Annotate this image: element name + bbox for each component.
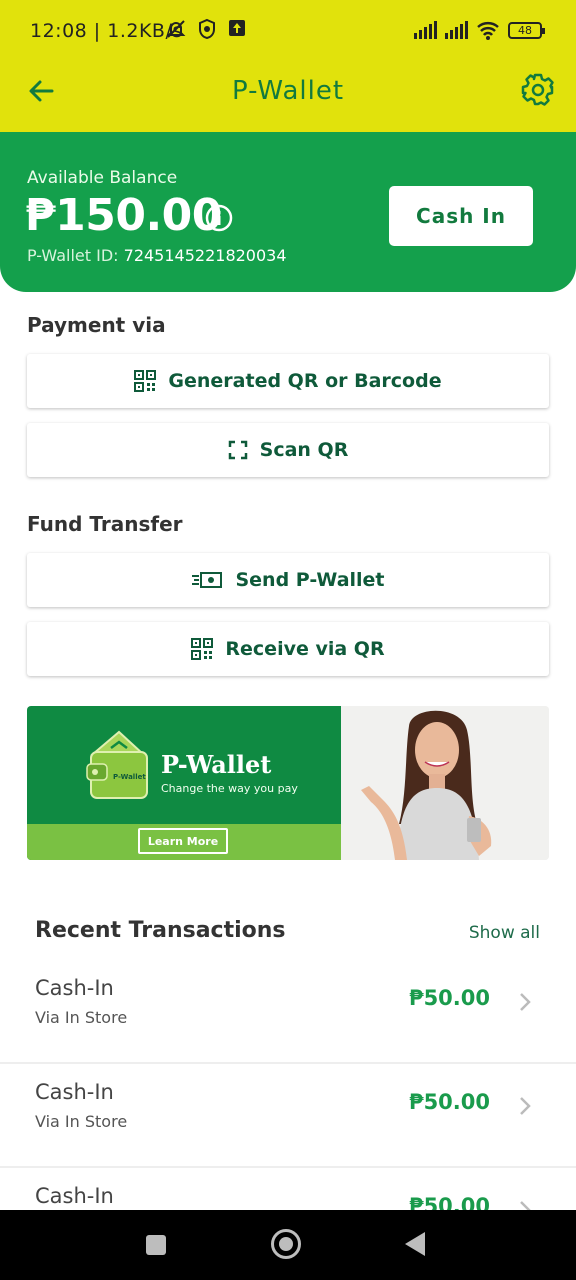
gear-icon[interactable] bbox=[518, 70, 558, 110]
header: P-Wallet bbox=[0, 62, 576, 132]
receive-via-qr-button[interactable]: Receive via QR bbox=[27, 622, 549, 676]
transaction-row[interactable]: Cash-In Via In Store ₱50.00 bbox=[0, 1064, 576, 1168]
system-nav-bar bbox=[0, 1210, 576, 1280]
send-p-wallet-button[interactable]: Send P-Wallet bbox=[27, 553, 549, 607]
banner-green-panel: P-Wallet P-Wallet Change the way you pay… bbox=[27, 706, 341, 860]
logo-text: P-Wallet bbox=[113, 773, 146, 781]
transaction-row[interactable]: Cash-In Via In Store ₱50.00 bbox=[0, 960, 576, 1064]
transaction-via: Via In Store bbox=[35, 1112, 128, 1131]
generated-qr-label: Generated QR or Barcode bbox=[168, 370, 442, 392]
show-all-link[interactable]: Show all bbox=[469, 923, 540, 943]
scan-frame-icon bbox=[228, 440, 247, 460]
promo-banner[interactable]: P-Wallet P-Wallet Change the way you pay… bbox=[27, 706, 549, 860]
transaction-name: Cash-In bbox=[35, 976, 114, 1000]
chevron-right-icon bbox=[520, 1097, 531, 1115]
banner-brand: P-Wallet bbox=[161, 750, 272, 779]
qr-code-icon bbox=[134, 370, 157, 392]
muted-notification-icon bbox=[166, 20, 186, 38]
signal-1-icon bbox=[414, 21, 437, 39]
learn-more-button[interactable]: Learn More bbox=[138, 828, 228, 854]
home-icon[interactable] bbox=[271, 1229, 301, 1259]
transaction-name: Cash-In bbox=[35, 1080, 114, 1104]
info-icon[interactable] bbox=[205, 204, 233, 232]
app-header-area: 12:08 | 1.2KB/s 48 P-Wallet bbox=[0, 0, 576, 132]
balance-amount: ₱150.00 bbox=[25, 190, 222, 241]
chevron-right-icon bbox=[520, 993, 531, 1011]
wallet-id-row: P-Wallet ID: 7245145221820034 bbox=[27, 246, 287, 265]
wallet-id-value: 7245145221820034 bbox=[123, 246, 287, 265]
transaction-amount: ₱50.00 bbox=[408, 1090, 490, 1114]
upload-icon bbox=[229, 20, 245, 36]
generated-qr-button[interactable]: Generated QR or Barcode bbox=[27, 354, 549, 408]
status-right-icons: 48 bbox=[414, 20, 545, 40]
banner-photo bbox=[341, 706, 549, 860]
fund-transfer-heading: Fund Transfer bbox=[27, 512, 183, 536]
shield-icon bbox=[199, 18, 215, 40]
available-balance-label: Available Balance bbox=[27, 168, 178, 188]
status-time: 12:08 | 1.2KB/s bbox=[30, 20, 183, 42]
back-triangle-icon[interactable] bbox=[405, 1232, 425, 1256]
transaction-name: Cash-In bbox=[35, 1184, 114, 1208]
transaction-via: Via In Store bbox=[35, 1008, 128, 1027]
recent-apps-icon[interactable] bbox=[146, 1235, 166, 1255]
wifi-icon bbox=[477, 22, 499, 40]
receive-via-qr-label: Receive via QR bbox=[225, 638, 385, 660]
battery-icon: 48 bbox=[508, 21, 545, 39]
payment-via-heading: Payment via bbox=[27, 313, 166, 337]
scan-qr-label: Scan QR bbox=[259, 439, 349, 461]
balance-card: Available Balance ₱150.00 P-Wallet ID: 7… bbox=[0, 132, 576, 292]
signal-2-icon bbox=[445, 21, 468, 39]
status-icons bbox=[165, 18, 247, 40]
smiling-woman-photo bbox=[341, 706, 549, 860]
transaction-amount: ₱50.00 bbox=[408, 986, 490, 1010]
send-money-icon bbox=[192, 572, 223, 588]
status-bar: 12:08 | 1.2KB/s 48 bbox=[0, 0, 576, 62]
cash-in-button[interactable]: Cash In bbox=[389, 186, 533, 246]
recent-transactions-heading: Recent Transactions bbox=[35, 918, 286, 943]
banner-tagline: Change the way you pay bbox=[161, 782, 298, 795]
page-title: P-Wallet bbox=[231, 76, 345, 106]
wallet-id-label: P-Wallet ID: bbox=[27, 246, 119, 265]
wallet-logo-icon bbox=[86, 730, 148, 799]
scan-qr-button[interactable]: Scan QR bbox=[27, 423, 549, 477]
send-p-wallet-label: Send P-Wallet bbox=[235, 569, 385, 591]
qr-code-icon bbox=[191, 638, 214, 660]
